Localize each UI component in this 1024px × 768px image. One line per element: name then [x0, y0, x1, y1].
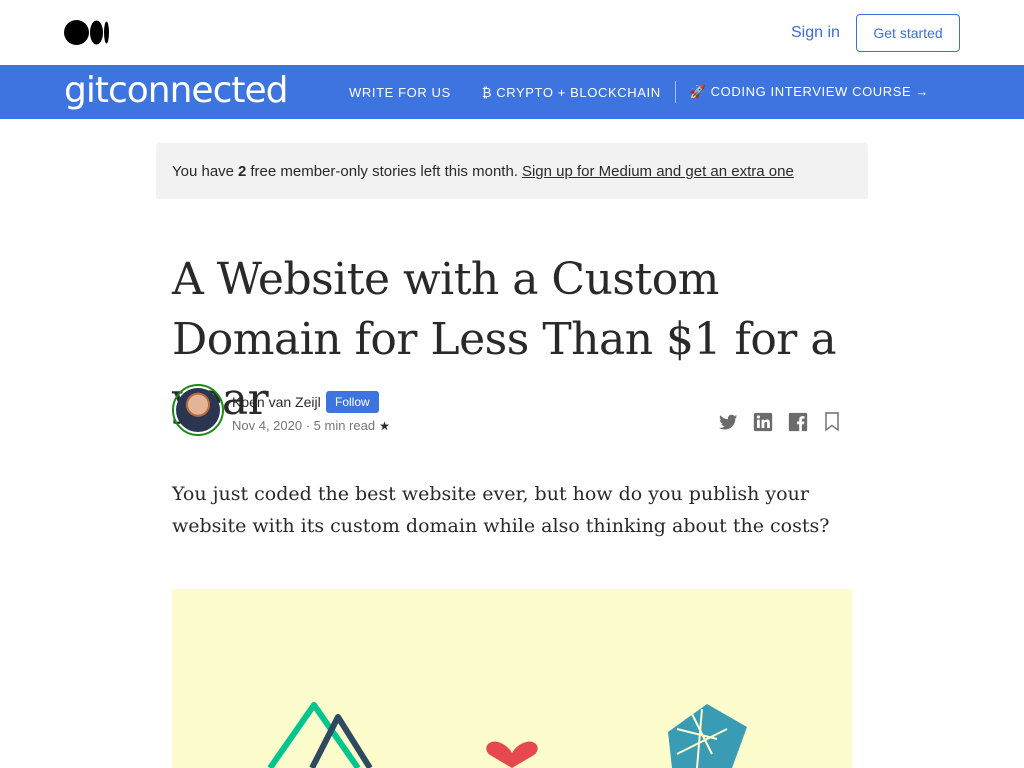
member-stories-banner: You have 2 free member-only stories left…: [156, 143, 868, 199]
avatar-image: [176, 388, 220, 432]
netlify-logo-icon: [668, 704, 747, 768]
hero-image: [172, 589, 852, 768]
nuxt-logo-icon: [267, 702, 373, 768]
nav-divider: [674, 81, 676, 103]
follow-button[interactable]: Follow: [326, 391, 379, 413]
banner-signup-link[interactable]: Sign up for Medium and get an extra one: [522, 163, 794, 180]
medium-logo-icon[interactable]: [64, 20, 110, 45]
banner-count: 2: [238, 162, 247, 180]
article-meta: Nov 4, 2020 · 5 min read ★: [232, 418, 390, 433]
nav-crypto-blockchain[interactable]: ₿ CRYPTO + BLOCKCHAIN: [482, 85, 661, 100]
hero-illustration: [267, 702, 747, 768]
publication-nav: WRITE FOR US ₿ CRYPTO + BLOCKCHAIN 🚀 COD…: [349, 65, 929, 119]
top-bar: Sign in Get started: [0, 0, 1024, 65]
bookmark-icon[interactable]: [824, 411, 840, 433]
sign-in-link[interactable]: Sign in: [791, 24, 840, 42]
banner-prefix: You have: [172, 162, 235, 180]
twitter-icon[interactable]: [717, 411, 739, 433]
author-avatar[interactable]: [172, 384, 224, 436]
nav-coding-interview-course[interactable]: 🚀 CODING INTERVIEW COURSE →: [690, 84, 929, 100]
date-read-time: Nov 4, 2020 · 5 min read: [232, 418, 376, 433]
nav-write-for-us[interactable]: WRITE FOR US: [349, 85, 451, 100]
get-started-button[interactable]: Get started: [856, 14, 960, 52]
publication-bar: gitconnected WRITE FOR US ₿ CRYPTO + BLO…: [0, 65, 1024, 119]
article-intro: You just coded the best website ever, bu…: [172, 483, 830, 537]
share-icons: [717, 410, 840, 434]
banner-text: free member-only stories left this month…: [250, 162, 518, 180]
heart-icon: [486, 741, 538, 768]
facebook-icon[interactable]: [787, 411, 809, 433]
member-star-icon: ★: [379, 419, 390, 433]
author-name[interactable]: Koen van Zeijl: [232, 394, 321, 410]
linkedin-icon[interactable]: [752, 411, 774, 433]
gitconnected-logo[interactable]: gitconnected: [64, 69, 288, 113]
